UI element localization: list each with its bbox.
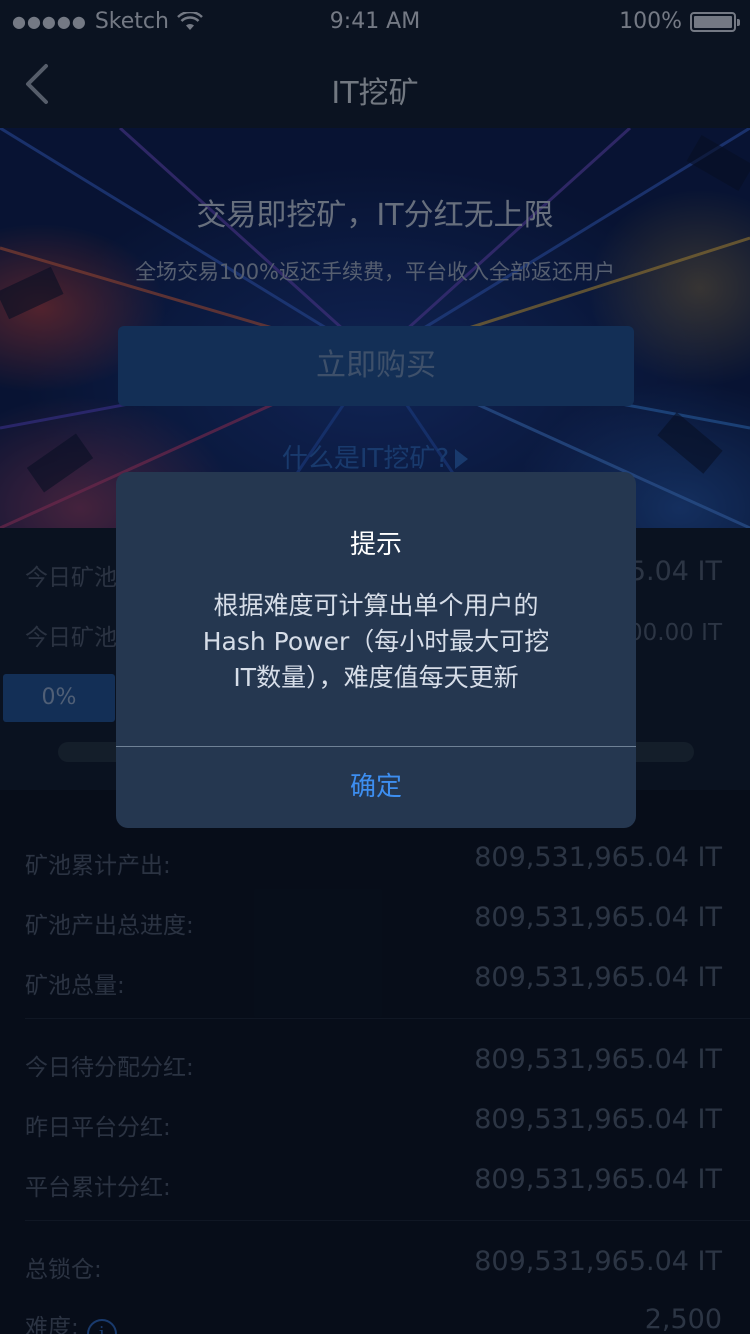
dialog-message: 根据难度可计算出单个用户的 Hash Power（每小时最大可挖 IT数量），难… bbox=[146, 588, 606, 696]
alert-dialog: 提示 根据难度可计算出单个用户的 Hash Power（每小时最大可挖 IT数量… bbox=[116, 472, 636, 828]
dialog-message-line: Hash Power（每小时最大可挖 bbox=[202, 627, 550, 656]
dialog-message-line: 根据难度可计算出单个用户的 bbox=[213, 591, 539, 620]
dialog-message-line: IT数量），难度值每天更新 bbox=[233, 663, 519, 692]
dialog-title: 提示 bbox=[349, 530, 402, 560]
confirm-button[interactable]: 确定 bbox=[116, 747, 636, 828]
